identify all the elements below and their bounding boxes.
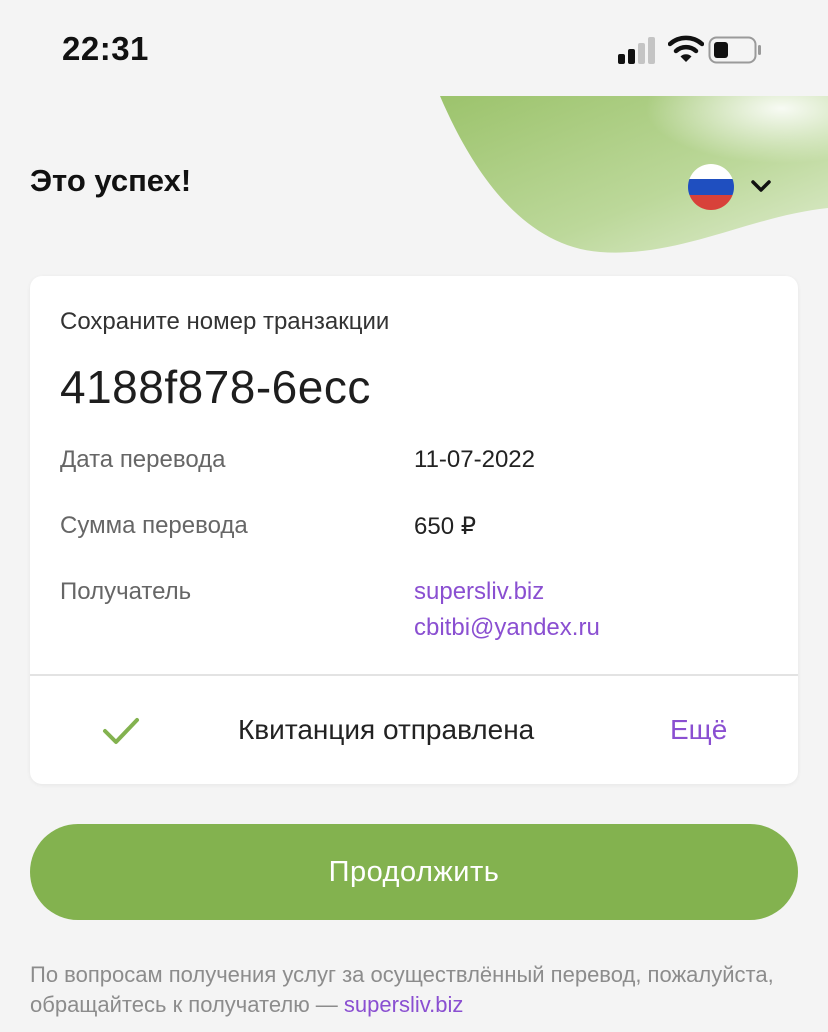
- language-selector[interactable]: [686, 162, 786, 212]
- wifi-icon: [668, 35, 704, 62]
- checkmark-icon: [103, 718, 139, 744]
- transaction-card: Сохраните номер транзакции 4188f878-6ecc…: [30, 276, 798, 784]
- transfer-date-label: Дата перевода: [60, 446, 226, 473]
- recipient-site-link[interactable]: supersliv.biz: [414, 578, 544, 606]
- status-bar: 22:31: [0, 0, 828, 96]
- footer-note: По вопросам получения услуг за осуществл…: [30, 960, 800, 1020]
- recipient-email-link[interactable]: cbitbi@yandex.ru: [414, 614, 600, 642]
- card-caption: Сохраните номер транзакции: [60, 308, 390, 335]
- page-title: Это успех!: [30, 163, 192, 198]
- transaction-id: 4188f878-6ecc: [60, 361, 371, 413]
- signal-icon: [618, 36, 658, 64]
- card-divider: [30, 674, 798, 676]
- continue-button[interactable]: Продолжить: [30, 824, 798, 920]
- footer-recipient-link[interactable]: supersliv.biz: [344, 992, 463, 1017]
- battery-icon: [708, 36, 761, 64]
- recipient-label: Получатель: [60, 578, 192, 605]
- payment-success-screen: 22:31 Это успех! Сохраните номер транзак…: [0, 0, 828, 1032]
- status-time: 22:31: [62, 30, 149, 67]
- transfer-amount-value: 650 ₽: [414, 513, 476, 540]
- russia-flag-icon: [688, 164, 734, 210]
- more-link[interactable]: Ещё: [670, 714, 727, 746]
- transfer-date-value: 11-07-2022: [414, 446, 535, 473]
- transfer-amount-label: Сумма перевода: [60, 512, 248, 539]
- chevron-down-icon: [751, 180, 771, 192]
- receipt-status: Квитанция отправлена: [238, 714, 535, 745]
